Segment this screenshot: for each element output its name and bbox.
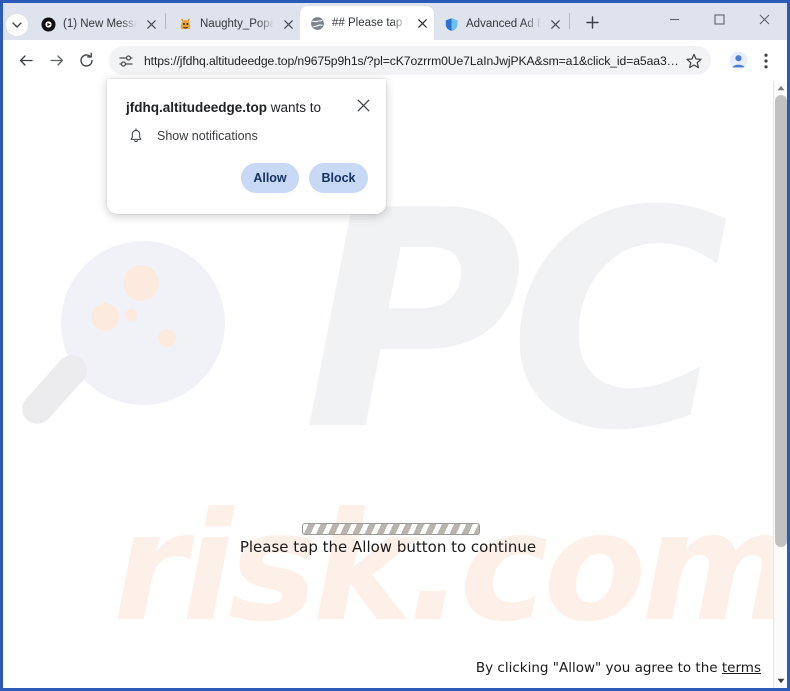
- account-avatar-icon: [729, 51, 747, 70]
- permission-origin: jfdhq.altitudeedge.top: [126, 100, 267, 115]
- bell-icon: [126, 128, 145, 144]
- arrow-right-icon: [49, 55, 63, 66]
- tab-search-area: [3, 3, 31, 40]
- tab-title: Naughty_Popa's: [200, 18, 274, 30]
- url-text[interactable]: https://jfdhq.altitudeedge.top/n9675p9h1…: [138, 54, 681, 68]
- tab-title: Advanced Ad Blo: [466, 18, 541, 30]
- site-info-button[interactable]: [114, 49, 138, 73]
- terms-footer: By clicking "Allow" you agree to the ter…: [476, 660, 761, 676]
- decorative-dot: [125, 309, 137, 321]
- permission-close-button[interactable]: [351, 93, 375, 117]
- close-icon: [283, 19, 293, 29]
- tab-close-button[interactable]: [545, 14, 565, 34]
- close-icon: [146, 19, 156, 29]
- arrow-left-icon: [19, 55, 33, 66]
- minimize-icon: [670, 18, 679, 20]
- risk-watermark-text: risk.com: [113, 481, 773, 655]
- caret-down-icon: [777, 678, 785, 684]
- decorative-dot: [158, 329, 176, 347]
- tab-title: (1) New Message: [63, 18, 137, 30]
- tab-separator: [165, 12, 166, 29]
- tab-separator: [569, 12, 570, 29]
- tune-settings-icon: [119, 54, 133, 67]
- maximize-icon: [714, 13, 725, 25]
- terms-prefix: By clicking "Allow" you agree to the: [475, 660, 722, 676]
- close-icon: [550, 19, 560, 29]
- maximize-button[interactable]: [697, 3, 742, 35]
- scrollbar-thumb[interactable]: [775, 95, 787, 547]
- tab-strip: (1) New Message: [3, 3, 787, 40]
- scrollbar-up-button[interactable]: [774, 81, 787, 95]
- tab-advanced-ad-blocker[interactable]: Advanced Ad Blo: [434, 8, 567, 40]
- globe-icon: [309, 15, 325, 31]
- star-icon: [686, 53, 702, 68]
- striped-progress-bar: [302, 523, 480, 535]
- browser-menu-button[interactable]: [753, 46, 779, 76]
- bookmark-button[interactable]: [681, 48, 707, 74]
- tab-search-button[interactable]: [6, 13, 28, 36]
- tabs-container: (1) New Message: [31, 3, 606, 40]
- back-button[interactable]: [11, 46, 41, 76]
- window-controls: [652, 3, 787, 35]
- kebab-menu-icon: [764, 53, 768, 68]
- close-icon: [417, 18, 427, 28]
- caret-up-icon: [777, 85, 785, 91]
- tab-naughty-popas[interactable]: Naughty_Popa's: [168, 8, 300, 40]
- tab-close-button[interactable]: [278, 14, 298, 34]
- address-bar[interactable]: https://jfdhq.altitudeedge.top/n9675p9h1…: [109, 46, 711, 75]
- close-icon: [759, 14, 770, 24]
- tab-please-tap[interactable]: ## Please tap the: [300, 6, 434, 40]
- reload-icon: [79, 52, 93, 67]
- decorative-dot: [91, 303, 119, 331]
- permission-request-row: Show notifications: [126, 128, 258, 144]
- scrollbar-down-button[interactable]: [774, 674, 787, 688]
- instruction-text: Please tap the Allow button to continue: [239, 538, 537, 556]
- pc-watermark-text: PC: [303, 147, 729, 496]
- orange-creature-icon: [177, 16, 193, 32]
- decorative-dot: [123, 265, 159, 301]
- magnifier-handle: [15, 348, 94, 430]
- minimize-button[interactable]: [652, 3, 697, 35]
- tab-title: ## Please tap the: [332, 17, 408, 29]
- block-button[interactable]: Block: [309, 163, 368, 193]
- browser-window: (1) New Message: [0, 0, 790, 691]
- allow-button[interactable]: Allow: [241, 163, 299, 193]
- profile-button[interactable]: [723, 46, 753, 76]
- permission-title-suffix: wants to: [267, 100, 322, 115]
- forward-button[interactable]: [41, 46, 71, 76]
- permission-dialog-title: jfdhq.altitudeedge.top wants to: [126, 100, 341, 115]
- blue-shield-icon: [443, 16, 459, 32]
- permission-request-label: Show notifications: [157, 129, 258, 143]
- notification-permission-dialog: jfdhq.altitudeedge.top wants to Show not…: [107, 79, 386, 214]
- tab-close-button[interactable]: [412, 13, 432, 33]
- browser-toolbar: https://jfdhq.altitudeedge.top/n9675p9h1…: [3, 40, 787, 81]
- vertical-scrollbar[interactable]: [773, 81, 787, 688]
- plus-icon: [585, 15, 599, 29]
- terms-link[interactable]: terms: [722, 660, 761, 676]
- dark-circle-icon: [40, 16, 56, 32]
- tab-close-button[interactable]: [141, 14, 161, 34]
- tab-new-message[interactable]: (1) New Message: [31, 8, 163, 40]
- chevron-down-icon: [12, 21, 22, 28]
- new-tab-button[interactable]: [578, 8, 606, 36]
- close-icon: [357, 99, 369, 111]
- magnifier-watermark-icon: [15, 241, 239, 430]
- close-window-button[interactable]: [742, 3, 787, 35]
- reload-button[interactable]: [71, 46, 101, 76]
